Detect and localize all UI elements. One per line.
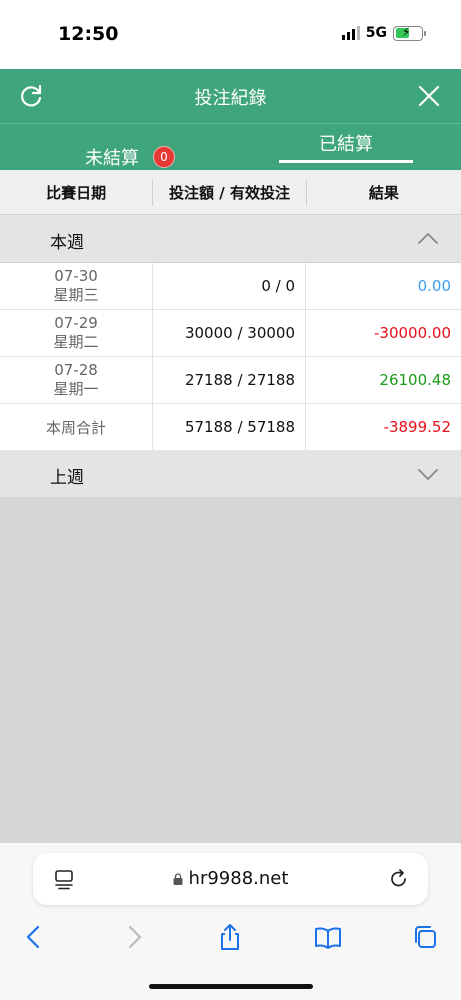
section-this-week-label: 本週 xyxy=(50,233,84,253)
signal-icon xyxy=(341,26,360,40)
row-weekday: 星期三 xyxy=(53,286,99,304)
table-header: 比賽日期 投注額 / 有效投注 結果 xyxy=(0,170,461,215)
table-row[interactable]: 07-30 星期三 0 / 0 0.00 xyxy=(0,263,461,310)
settlement-tabs: 未結算 0 已結算 xyxy=(0,123,461,170)
battery-icon: ⚡ xyxy=(393,25,426,41)
total-amount: 57188 / 57188 xyxy=(153,404,306,450)
row-weekday: 星期一 xyxy=(53,380,99,398)
row-date-cell: 07-30 星期三 xyxy=(0,263,153,309)
browser-toolbar: hr9988.net xyxy=(0,843,461,1000)
row-date: 07-30 xyxy=(54,267,98,285)
reload-icon[interactable] xyxy=(388,868,410,890)
total-result: -3899.52 xyxy=(383,418,451,436)
chevron-down-icon[interactable] xyxy=(417,464,439,484)
status-indicators: 5G ⚡ xyxy=(341,25,426,41)
share-icon[interactable] xyxy=(216,923,244,951)
status-time: 12:50 xyxy=(58,23,119,45)
row-weekday: 星期二 xyxy=(53,333,99,351)
row-date: 07-29 xyxy=(54,314,98,332)
status-bar: 12:50 5G ⚡ xyxy=(0,0,461,69)
section-last-week-label: 上週 xyxy=(50,468,84,488)
page-title: 投注紀錄 xyxy=(194,88,267,109)
tab-settled-label: 已結算 xyxy=(319,134,373,155)
home-indicator xyxy=(149,984,313,989)
tab-unsettled-label: 未結算 xyxy=(85,148,139,169)
active-tab-indicator xyxy=(279,160,413,163)
table-total-row: 本周合計 57188 / 57188 -3899.52 xyxy=(0,404,461,451)
url-text: hr9988.net xyxy=(188,868,289,889)
close-icon[interactable] xyxy=(417,84,441,108)
network-label: 5G xyxy=(365,25,387,41)
address-bar[interactable]: hr9988.net xyxy=(33,853,428,905)
bookmarks-icon[interactable] xyxy=(314,923,342,951)
row-date-cell: 07-29 星期二 xyxy=(0,310,153,356)
column-header-result: 結果 xyxy=(368,183,399,202)
column-header-amount: 投注額 / 有效投注 xyxy=(169,183,290,202)
row-result: -30000.00 xyxy=(374,324,451,342)
lock-icon xyxy=(173,873,183,885)
total-label: 本周合計 xyxy=(0,404,153,450)
section-this-week[interactable]: 本週 xyxy=(0,215,461,263)
row-result: 26100.48 xyxy=(379,371,451,389)
column-header-date: 比賽日期 xyxy=(46,183,107,202)
url-display: hr9988.net xyxy=(33,868,428,889)
row-date: 07-28 xyxy=(54,361,98,379)
empty-content-area xyxy=(0,497,461,843)
app-header: 投注紀錄 xyxy=(0,69,461,123)
table-row[interactable]: 07-29 星期二 30000 / 30000 -30000.00 xyxy=(0,310,461,357)
forward-arrow-icon[interactable] xyxy=(120,923,148,951)
row-result: 0.00 xyxy=(417,277,451,295)
row-amount: 27188 / 27188 xyxy=(153,357,306,403)
row-amount: 0 / 0 xyxy=(153,263,306,309)
chevron-up-icon[interactable] xyxy=(417,229,439,249)
unsettled-count-badge: 0 xyxy=(153,146,175,168)
row-date-cell: 07-28 星期一 xyxy=(0,357,153,403)
section-last-week[interactable]: 上週 xyxy=(0,450,461,498)
tabs-icon[interactable] xyxy=(411,923,439,951)
row-amount: 30000 / 30000 xyxy=(153,310,306,356)
table-row[interactable]: 07-28 星期一 27188 / 27188 26100.48 xyxy=(0,357,461,404)
back-arrow-icon[interactable] xyxy=(20,923,48,951)
